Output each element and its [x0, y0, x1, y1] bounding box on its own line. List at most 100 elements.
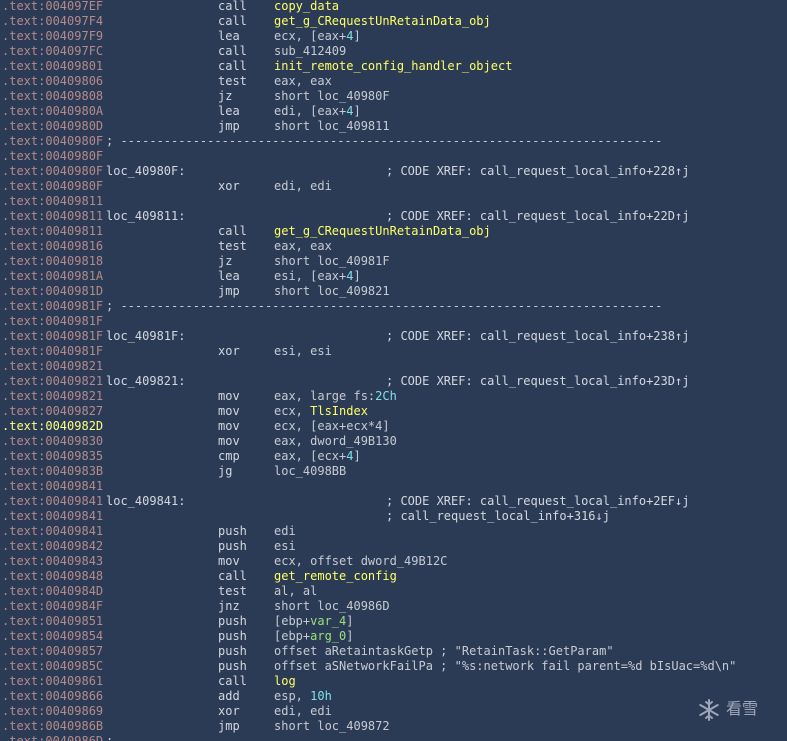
instruction-operands[interactable]: al, al [274, 584, 317, 599]
instruction-mnemonic[interactable]: mov [218, 554, 240, 569]
line-address[interactable]: .text:00409866 [2, 689, 103, 704]
instruction-mnemonic[interactable]: jg [218, 464, 232, 479]
xref-comment[interactable]: ; CODE XREF: call_request_local_info+23D… [386, 374, 689, 389]
line-address[interactable]: .text:00409816 [2, 239, 103, 254]
line-address[interactable]: .text:00409861 [2, 674, 103, 689]
instruction-operands[interactable]: eax, eax [274, 239, 332, 254]
instruction-mnemonic[interactable]: xor [218, 704, 240, 719]
instruction-operands[interactable]: init_remote_config_handler_object [274, 59, 512, 74]
instruction-operands[interactable]: eax, eax [274, 74, 332, 89]
instruction-mnemonic[interactable]: mov [218, 389, 240, 404]
line-address[interactable]: .text:00409821 [2, 359, 103, 374]
instruction-operands[interactable]: eax, [ecx+4] [274, 449, 361, 464]
listing-line[interactable]: .text:0040983B jg loc_4098BB [0, 464, 787, 479]
instruction-operands[interactable]: edi [274, 524, 296, 539]
line-address[interactable]: .text:00409841 [2, 524, 103, 539]
xref-comment[interactable]: ; CODE XREF: call_request_local_info+22D… [386, 209, 689, 224]
line-address[interactable]: .text:0040981D [2, 284, 103, 299]
instruction-mnemonic[interactable]: jz [218, 254, 232, 269]
operand-symbol[interactable]: 10h [310, 689, 332, 703]
instruction-mnemonic[interactable]: call [218, 14, 247, 29]
listing-line[interactable]: .text:00409861 call log [0, 674, 787, 689]
listing-line[interactable]: .text:0040980D jmp short loc_409811 [0, 119, 787, 134]
listing-line[interactable]: .text:00409869 xor edi, edi [0, 704, 787, 719]
instruction-operands[interactable]: short loc_409872 [274, 719, 390, 734]
instruction-operands[interactable]: get_remote_config [274, 569, 397, 584]
line-address[interactable]: .text:0040981F [2, 314, 103, 329]
instruction-operands[interactable]: short loc_40980F [274, 89, 390, 104]
line-address[interactable]: .text:0040986B [2, 719, 103, 734]
listing-line[interactable]: .text:0040980A lea edi, [eax+4] [0, 104, 787, 119]
instruction-mnemonic[interactable]: push [218, 524, 247, 539]
instruction-operands[interactable]: short loc_40986D [274, 599, 390, 614]
line-address[interactable]: .text:00409854 [2, 629, 103, 644]
instruction-operands[interactable]: short loc_40981F [274, 254, 390, 269]
line-address[interactable]: .text:0040986D [2, 734, 103, 741]
instruction-operands[interactable]: edi, [eax+4] [274, 104, 361, 119]
listing-line[interactable]: .text:0040981D jmp short loc_409821 [0, 284, 787, 299]
listing-line[interactable]: .text:0040981F xor esi, esi [0, 344, 787, 359]
listing-line[interactable]: .text:00409830 mov eax, dword_49B130 [0, 434, 787, 449]
instruction-operands[interactable]: offset aRetaintaskGetp ; "RetainTask::Ge… [274, 644, 614, 659]
instruction-operands[interactable]: sub_412409 [274, 44, 346, 59]
listing-line[interactable]: .text:00409848 call get_remote_config [0, 569, 787, 584]
listing-line[interactable]: .text:00409827 mov ecx, TlsIndex [0, 404, 787, 419]
code-label[interactable]: loc_409821: [106, 374, 185, 389]
instruction-operands[interactable]: copy_data [274, 0, 339, 14]
line-address[interactable]: .text:0040981F [2, 344, 103, 359]
listing-line[interactable]: .text:0040981F loc_40981F: ; CODE XREF: ca… [0, 329, 787, 344]
listing-line[interactable]: .text:00409811 call get_g_CRequestUnRetain… [0, 224, 787, 239]
instruction-mnemonic[interactable]: push [218, 659, 247, 674]
line-address[interactable]: .text:00409827 [2, 404, 103, 419]
xref-comment[interactable]: ; CODE XREF: call_request_local_info+238… [386, 329, 689, 344]
listing-line[interactable]: .text:00409866 add esp, 10h [0, 689, 787, 704]
instruction-mnemonic[interactable]: mov [218, 419, 240, 434]
listing-line[interactable]: .text:0040986D; - [0, 734, 787, 741]
instruction-operands[interactable]: get_g_CRequestUnRetainData_obj [274, 224, 491, 239]
line-address[interactable]: .text:00409811 [2, 209, 103, 224]
listing-line[interactable]: .text:004097F9 lea ecx, [eax+4] [0, 29, 787, 44]
code-label[interactable]: loc_40980F: [106, 164, 185, 179]
line-address[interactable]: .text:0040983B [2, 464, 103, 479]
operand-symbol[interactable]: var_4 [310, 614, 346, 628]
operand-symbol[interactable]: arg_0 [310, 629, 346, 643]
listing-line[interactable]: .text:004097EF call copy_data [0, 0, 787, 14]
listing-line[interactable]: .text:00409851 push [ebp+var_4] [0, 614, 787, 629]
listing-line[interactable]: .text:0040984D test al, al [0, 584, 787, 599]
line-address[interactable]: .text:00409801 [2, 59, 103, 74]
instruction-mnemonic[interactable]: test [218, 239, 247, 254]
instruction-operands[interactable]: esp, 10h [274, 689, 332, 704]
listing-line[interactable]: .text:00409811 loc_409811: ; CODE XREF: ca… [0, 209, 787, 224]
listing-line[interactable]: .text:004097F4 call get_g_CRequestUnRetain… [0, 14, 787, 29]
line-address[interactable]: .text:00409851 [2, 614, 103, 629]
line-address[interactable]: .text:00409821 [2, 389, 103, 404]
listing-line[interactable]: .text:0040984F jnz short loc_40986D [0, 599, 787, 614]
listing-line[interactable]: .text:00409841 [0, 479, 787, 494]
instruction-mnemonic[interactable]: call [218, 569, 247, 584]
operand-symbol[interactable]: 2Ch [375, 389, 397, 403]
instruction-mnemonic[interactable]: mov [218, 404, 240, 419]
instruction-mnemonic[interactable]: lea [218, 104, 240, 119]
code-label[interactable]: loc_409811: [106, 209, 185, 224]
instruction-mnemonic[interactable]: call [218, 0, 247, 14]
instruction-operands[interactable]: edi, edi [274, 704, 332, 719]
instruction-operands[interactable]: [ebp+arg_0] [274, 629, 353, 644]
line-address[interactable]: .text:00409818 [2, 254, 103, 269]
line-address[interactable]: .text:0040985C [2, 659, 103, 674]
instruction-mnemonic[interactable]: xor [218, 179, 240, 194]
line-address[interactable]: .text:0040980A [2, 104, 103, 119]
line-address[interactable]: .text:0040980F [2, 134, 103, 149]
line-address[interactable]: .text:00409843 [2, 554, 103, 569]
listing-line[interactable]: .text:00409841 ; call_request_local_info+… [0, 509, 787, 524]
line-address[interactable]: .text:00409841 [2, 509, 103, 524]
operand-symbol[interactable]: get_g_CRequestUnRetainData_obj [274, 224, 491, 238]
instruction-operands[interactable]: get_g_CRequestUnRetainData_obj [274, 14, 491, 29]
instruction-operands[interactable]: short loc_409811 [274, 119, 390, 134]
instruction-mnemonic[interactable]: call [218, 44, 247, 59]
listing-line[interactable]: .text:0040986B jmp short loc_409872 [0, 719, 787, 734]
instruction-mnemonic[interactable]: test [218, 584, 247, 599]
listing-line[interactable]: .text:00409811 [0, 194, 787, 209]
listing-line[interactable]: .text:004097FC call sub_412409 [0, 44, 787, 59]
line-address[interactable]: .text:0040981F [2, 299, 103, 314]
listing-line[interactable]: .text:00409801 call init_remote_config_han… [0, 59, 787, 74]
